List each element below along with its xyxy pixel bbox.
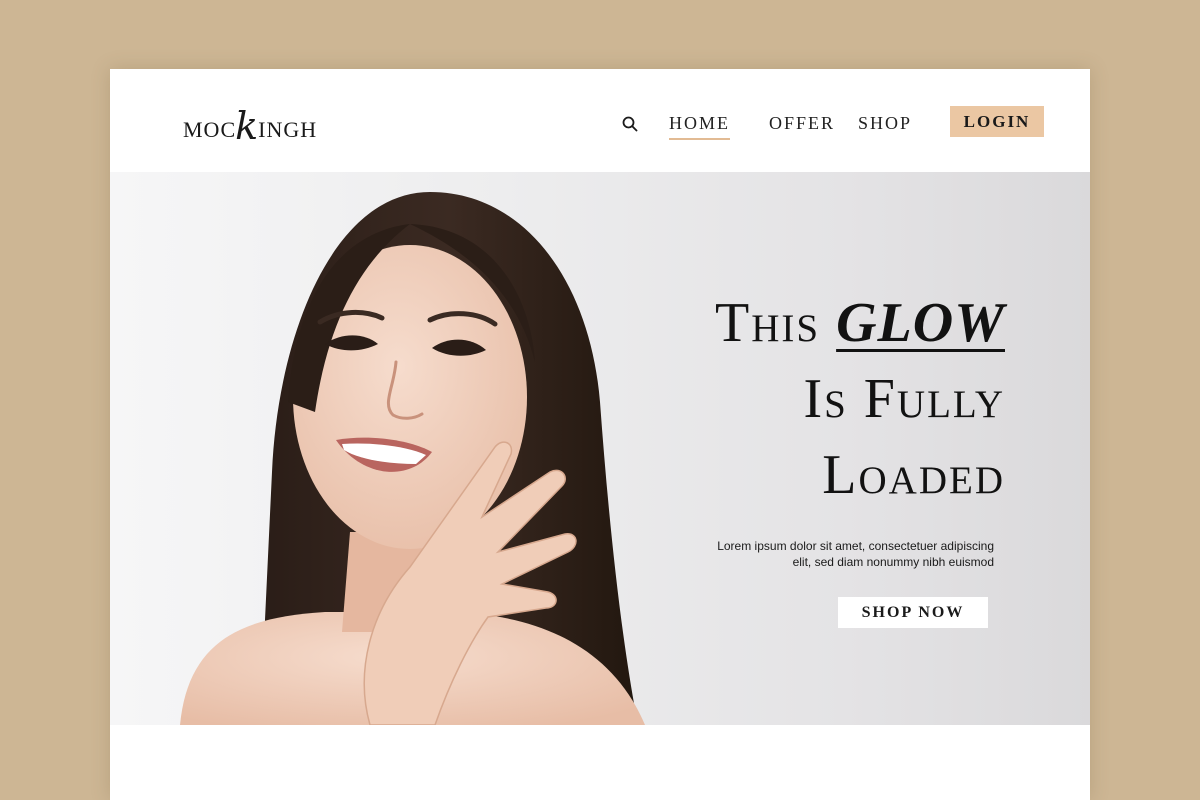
hero-description: Lorem ipsum dolor sit amet, consectetuer… [674,538,994,570]
hero-headline: This GLOW Is Fully Loaded [715,285,1005,513]
headline-line-2: Is Fully [803,368,1005,430]
headline-line-3: Loaded [822,444,1005,506]
hero-model-photo [180,192,645,725]
description-line-2: elit, sed diam nonummy nibh euismod [792,555,994,569]
headline-line-1: This GLOW [715,285,1005,361]
search-icon[interactable] [622,116,638,132]
logo-swash-letter: k [235,104,260,148]
headline-accent-glow: GLOW [836,292,1005,354]
landing-page: MOCkINGH HOME OFFER SHOP LOGIN This GLOW… [110,69,1090,800]
nav-home-link[interactable]: HOME [669,113,730,140]
hero-banner: This GLOW Is Fully Loaded Lorem ipsum do… [110,172,1090,725]
headline-word-this: This [715,292,837,354]
shop-now-button[interactable]: SHOP NOW [838,597,988,628]
nav-offer-link[interactable]: OFFER [769,113,835,134]
login-button[interactable]: LOGIN [950,106,1044,137]
site-header: MOCkINGH HOME OFFER SHOP LOGIN [110,69,1090,172]
logo-text-start: MOC [183,117,237,142]
description-line-1: Lorem ipsum dolor sit amet, consectetuer… [717,539,994,553]
nav-shop-link[interactable]: SHOP [858,113,912,134]
brand-logo[interactable]: MOCkINGH [183,107,318,145]
logo-text-end: INGH [258,117,318,142]
